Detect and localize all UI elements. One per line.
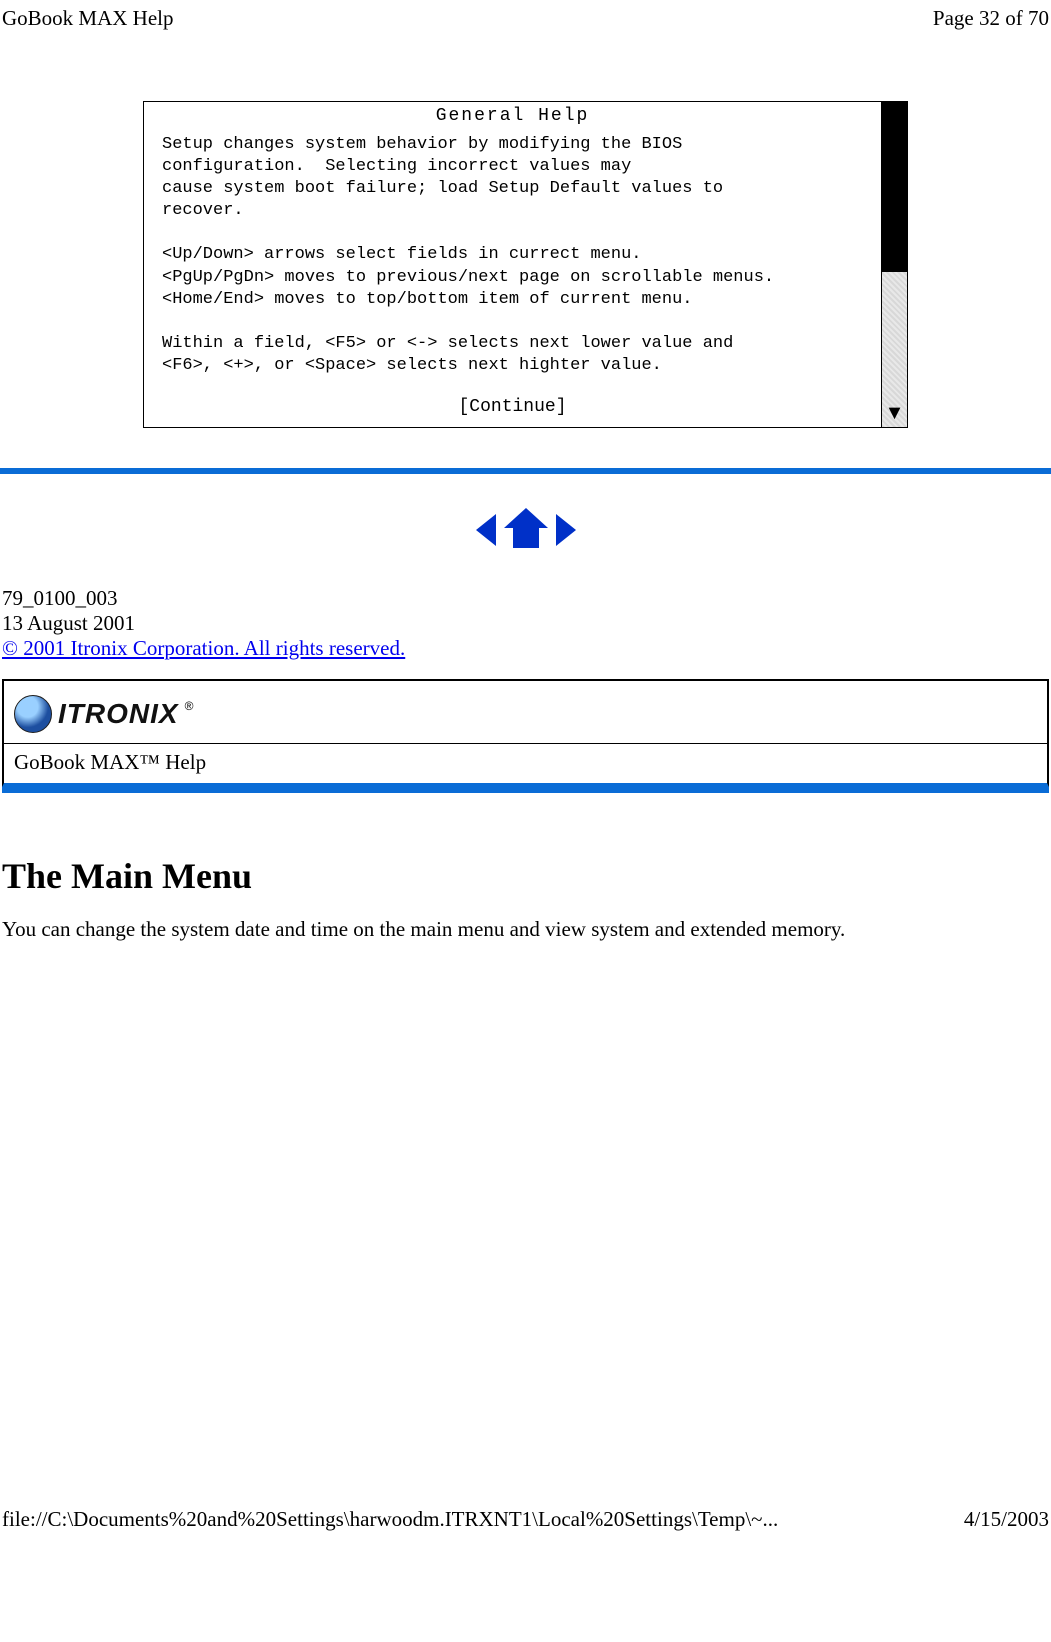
section-body: You can change the system date and time …: [0, 917, 1051, 942]
bios-title: General Help: [144, 102, 881, 130]
copyright-link[interactable]: © 2001 Itronix Corporation. All rights r…: [2, 636, 405, 660]
bios-body: General Help Setup changes system behavi…: [144, 102, 881, 427]
brand-subtitle: GoBook MAX™ Help: [4, 743, 1047, 783]
bios-scrollbar[interactable]: ▼: [881, 102, 907, 427]
header-left: GoBook MAX Help: [2, 6, 174, 31]
nav-next-icon[interactable]: [556, 514, 576, 546]
nav-prev-icon[interactable]: [476, 514, 496, 546]
doc-date: 13 August 2001: [2, 611, 1049, 636]
trademark-icon: ®: [185, 699, 194, 713]
brand-block: ITRONIX ® GoBook MAX™ Help: [2, 679, 1049, 787]
brand-logo-row: ITRONIX ®: [4, 681, 1047, 743]
content-area: General Help Setup changes system behavi…: [0, 31, 1051, 942]
nav-home-icon[interactable]: [506, 510, 546, 550]
bios-continue-button[interactable]: [Continue]: [144, 391, 881, 427]
bios-scroll-thumb[interactable]: [882, 102, 907, 272]
doc-id: 79_0100_003: [2, 586, 1049, 611]
page-header: GoBook MAX Help Page 32 of 70: [0, 0, 1051, 31]
scroll-down-arrow-icon[interactable]: ▼: [882, 403, 907, 423]
footer-date: 4/15/2003: [964, 1507, 1049, 1532]
header-right: Page 32 of 70: [933, 6, 1049, 31]
section-title: The Main Menu: [0, 793, 1051, 917]
bios-help-text: Setup changes system behavior by modifyi…: [144, 130, 881, 391]
meta-block: 79_0100_003 13 August 2001 © 2001 Itroni…: [0, 586, 1051, 679]
nav-row: [0, 474, 1051, 586]
globe-icon: [14, 695, 52, 733]
page-footer: file://C:\Documents%20and%20Settings\har…: [0, 1507, 1051, 1538]
bios-screenshot-container: General Help Setup changes system behavi…: [0, 101, 1051, 468]
bios-help-window: General Help Setup changes system behavi…: [143, 101, 908, 428]
footer-path: file://C:\Documents%20and%20Settings\har…: [2, 1507, 778, 1532]
brand-name: ITRONIX: [58, 698, 179, 730]
